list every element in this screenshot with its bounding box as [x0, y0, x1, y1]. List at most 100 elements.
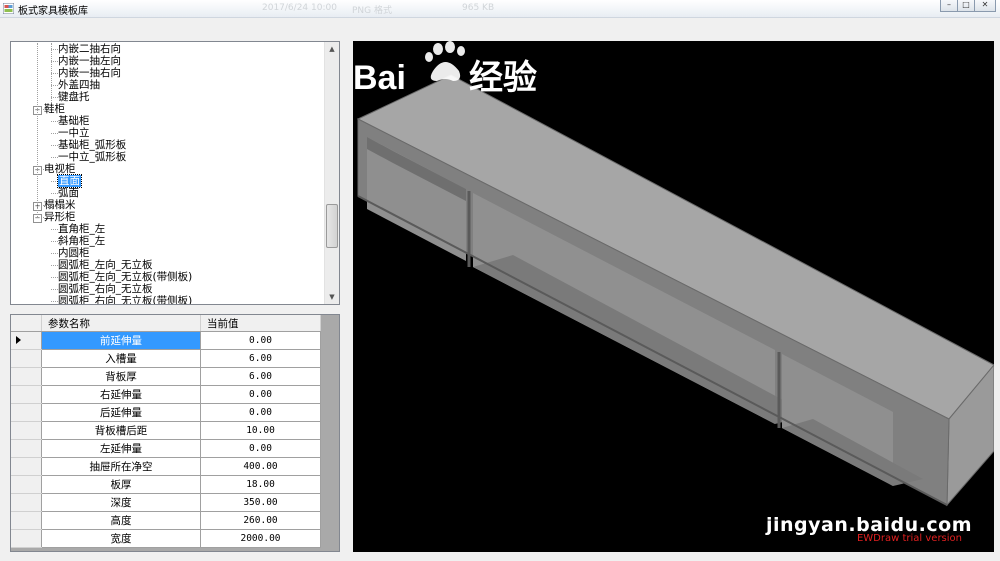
tree-item[interactable]: 斜角柜_左: [11, 235, 327, 247]
tree-item[interactable]: − 鞋柜: [11, 103, 327, 115]
table-row[interactable]: 宽度 2000.00: [11, 529, 321, 548]
param-name-cell[interactable]: 板厚: [41, 475, 201, 494]
tree-item[interactable]: 外盖四抽: [11, 79, 327, 91]
table-row[interactable]: 背板槽后距 10.00: [11, 421, 321, 440]
tree-item-label[interactable]: 内嵌一抽左向: [58, 55, 121, 67]
tree-item-label[interactable]: 直角柜_左: [58, 223, 105, 235]
tree-item-label[interactable]: 基础柜_弧形板: [58, 139, 126, 151]
tree-scrollbar[interactable]: ▲ ▼: [324, 42, 339, 304]
tree-item-label[interactable]: 圆弧柜_左向_无立板(带侧板): [58, 271, 192, 283]
tree-item-label[interactable]: 鞋柜: [44, 103, 65, 115]
param-name-cell[interactable]: 左延伸量: [41, 439, 201, 458]
tree-item[interactable]: 一中立_弧形板: [11, 151, 327, 163]
tree-item-label[interactable]: 一中立_弧形板: [58, 151, 126, 163]
row-header[interactable]: [11, 367, 42, 386]
tree-item[interactable]: − 异形柜: [11, 211, 327, 223]
row-header[interactable]: [11, 331, 42, 350]
param-value-cell[interactable]: 6.00: [200, 349, 321, 368]
tree-item[interactable]: 键盘托: [11, 91, 327, 103]
tree-item-label[interactable]: 内圆柜: [58, 247, 90, 259]
3d-viewport[interactable]: Bai 经验 jingyan.baidu.com EWDraw trial ve…: [353, 41, 994, 552]
tree-item-label[interactable]: 直面: [57, 174, 82, 188]
param-value-cell[interactable]: 6.00: [200, 367, 321, 386]
param-value-cell[interactable]: 0.00: [200, 403, 321, 422]
table-row[interactable]: 右延伸量 0.00: [11, 385, 321, 404]
tree-item[interactable]: 内圆柜: [11, 247, 327, 259]
param-name-cell[interactable]: 宽度: [41, 529, 201, 548]
param-value-cell[interactable]: 0.00: [200, 385, 321, 404]
row-header[interactable]: [11, 475, 42, 494]
maximize-button[interactable]: □: [957, 0, 975, 12]
tree-item[interactable]: 内嵌一抽左向: [11, 55, 327, 67]
tree-item-label[interactable]: 圆弧柜_右向_无立板(带侧板): [58, 295, 192, 304]
param-value-cell[interactable]: 18.00: [200, 475, 321, 494]
tree-item-label[interactable]: 斜角柜_左: [58, 235, 105, 247]
param-name-cell[interactable]: 深度: [41, 493, 201, 512]
tree-item-label[interactable]: 圆弧柜_左向_无立板: [58, 259, 153, 271]
table-row[interactable]: 板厚 18.00: [11, 475, 321, 494]
param-value-cell[interactable]: 10.00: [200, 421, 321, 440]
param-name-cell[interactable]: 抽屉所在净空: [41, 457, 201, 476]
param-value-cell[interactable]: 350.00: [200, 493, 321, 512]
tree-item[interactable]: 内嵌二抽右向: [11, 43, 327, 55]
tree-item[interactable]: 基础柜_弧形板: [11, 139, 327, 151]
row-header[interactable]: [11, 511, 42, 530]
tree-item-label[interactable]: 内嵌二抽右向: [58, 43, 121, 55]
tree-item-label[interactable]: 圆弧柜_右向_无立板: [58, 283, 153, 295]
table-row[interactable]: 前延伸量 0.00: [11, 331, 321, 350]
tree-item-label[interactable]: 外盖四抽: [58, 79, 100, 91]
param-name-cell[interactable]: 前延伸量: [41, 331, 201, 350]
param-value-cell[interactable]: 2000.00: [200, 529, 321, 548]
tree-item[interactable]: + 榻榻米: [11, 199, 327, 211]
param-value-cell[interactable]: 260.00: [200, 511, 321, 530]
tree-item[interactable]: 基础柜: [11, 115, 327, 127]
param-value-cell[interactable]: 400.00: [200, 457, 321, 476]
param-name-cell[interactable]: 背板槽后距: [41, 421, 201, 440]
tree-item[interactable]: 圆弧柜_右向_无立板(带侧板): [11, 295, 327, 304]
table-row[interactable]: 后延伸量 0.00: [11, 403, 321, 422]
row-header[interactable]: [11, 493, 42, 512]
tree-item-label[interactable]: 内嵌一抽右向: [58, 67, 121, 79]
param-value-cell[interactable]: 0.00: [200, 439, 321, 458]
param-name-cell[interactable]: 后延伸量: [41, 403, 201, 422]
tree-item-label[interactable]: 基础柜: [58, 115, 90, 127]
tree-item-label[interactable]: 键盘托: [58, 91, 90, 103]
param-name-cell[interactable]: 入槽量: [41, 349, 201, 368]
tree-item-label[interactable]: 弧面: [58, 187, 79, 199]
param-name-cell[interactable]: 背板厚: [41, 367, 201, 386]
table-row[interactable]: 左延伸量 0.00: [11, 439, 321, 458]
param-name-cell[interactable]: 右延伸量: [41, 385, 201, 404]
tree-item[interactable]: 内嵌一抽右向: [11, 67, 327, 79]
param-value-cell[interactable]: 0.00: [200, 331, 321, 350]
table-row[interactable]: 深度 350.00: [11, 493, 321, 512]
row-header[interactable]: [11, 349, 42, 368]
table-row[interactable]: 抽屉所在净空 400.00: [11, 457, 321, 476]
tree-item-label[interactable]: 电视柜: [44, 163, 76, 175]
scroll-down-arrow-icon[interactable]: ▼: [325, 290, 339, 304]
param-name-cell[interactable]: 高度: [41, 511, 201, 530]
template-tree[interactable]: 内嵌二抽右向 内嵌一抽左向 内嵌一抽右向 外盖四抽 键盘托 − 鞋柜 基础柜 一中立 基础柜_弧形…: [10, 41, 340, 305]
row-header[interactable]: [11, 421, 42, 440]
tree-item[interactable]: 直角柜_左: [11, 223, 327, 235]
row-header[interactable]: [11, 403, 42, 422]
table-row[interactable]: 背板厚 6.00: [11, 367, 321, 386]
tree-item[interactable]: 一中立: [11, 127, 327, 139]
scroll-up-arrow-icon[interactable]: ▲: [325, 42, 339, 56]
table-row[interactable]: 入槽量 6.00: [11, 349, 321, 368]
row-header[interactable]: [11, 385, 42, 404]
minimize-button[interactable]: –: [940, 0, 958, 12]
row-header[interactable]: [11, 457, 42, 476]
row-header[interactable]: [11, 529, 42, 548]
parameter-grid[interactable]: 参数名称 当前值 前延伸量 0.00 入槽量 6.00 背板厚 6.00 右延伸量 0.00 后…: [10, 314, 340, 552]
column-header-value[interactable]: 当前值: [200, 315, 321, 332]
tree-item[interactable]: 圆弧柜_左向_无立板(带侧板): [11, 271, 327, 283]
tree-item[interactable]: 直面: [11, 174, 327, 188]
tree-item[interactable]: 圆弧柜_左向_无立板: [11, 259, 327, 271]
tree-item[interactable]: 弧面: [11, 187, 327, 199]
table-row[interactable]: 高度 260.00: [11, 511, 321, 530]
tree-item-label[interactable]: 榻榻米: [44, 199, 76, 211]
tree-item-label[interactable]: 异形柜: [44, 211, 76, 223]
column-header-name[interactable]: 参数名称: [41, 315, 201, 332]
tree-item[interactable]: 圆弧柜_右向_无立板: [11, 283, 327, 295]
scroll-thumb[interactable]: [326, 204, 338, 248]
